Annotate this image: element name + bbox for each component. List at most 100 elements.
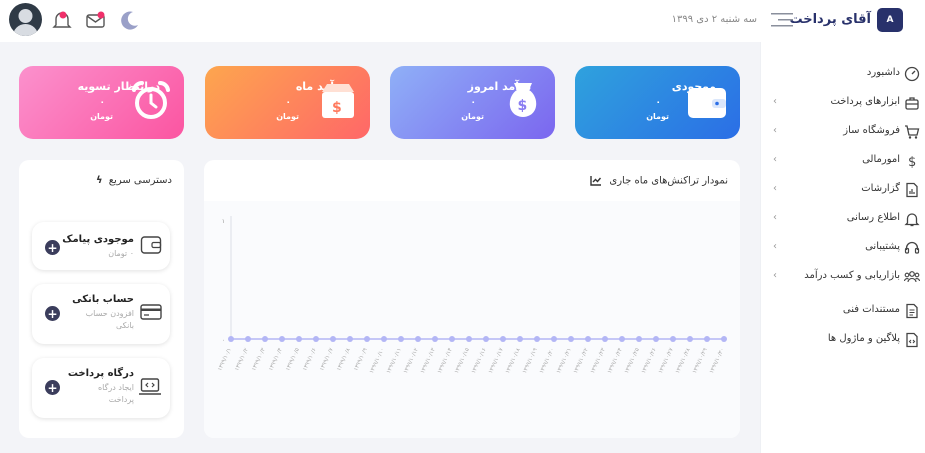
sidebar-item-store-builder[interactable]: فروشگاه ساز ‹ (761, 117, 925, 146)
data-point (704, 336, 710, 342)
x-tick-label: ۱۳۹۹/۱۰/۱۶ (471, 347, 488, 374)
quick-access-subtitle: ۰ تومان (108, 249, 134, 258)
stat-card-today-income[interactable]: درآمد امروز ۰ تومان $ (390, 66, 555, 139)
data-point (534, 336, 540, 342)
data-point (313, 336, 319, 342)
logo-mark: A (886, 15, 894, 25)
x-tick-label: ۱۳۹۹/۱۰/۲۴ (607, 347, 624, 374)
stat-unit: تومان (646, 112, 669, 121)
chevron-left-icon: ‹ (773, 212, 777, 223)
sidebar-item-label: بازاریابی و کسب درآمد (804, 270, 900, 281)
data-point (670, 336, 676, 342)
sidebar: داشبورد ابزارهای پرداخت ‹ فروشگاه ساز ‹ … (760, 42, 925, 453)
sidebar-item-finance[interactable]: $ امورمالی ‹ (761, 146, 925, 175)
x-tick-label: ۱۳۹۹/۱۰/۳۰ (709, 347, 726, 374)
data-point (653, 336, 659, 342)
sidebar-item-reports[interactable]: گزارشات ‹ (761, 175, 925, 204)
stat-value: ۰ (285, 98, 292, 108)
sidebar-item-plugins[interactable]: پلاگین و ماژول ها (761, 325, 925, 354)
hamburger-icon (771, 13, 793, 27)
x-tick-label: ۱۳۹۹/۱۰/۱۲ (403, 347, 420, 374)
data-point (228, 336, 234, 342)
data-point (585, 336, 591, 342)
x-tick-label: ۱۳۹۹/۱۰/۴ (268, 347, 284, 372)
data-point (687, 336, 693, 342)
sidebar-item-label: مستندات فنی (842, 304, 900, 315)
line-chart-icon (590, 176, 602, 186)
add-bank-account-button[interactable]: + (45, 306, 60, 321)
add-sms-credit-button[interactable]: + (45, 240, 60, 255)
sidebar-item-support[interactable]: پشتیبانی ‹ (761, 233, 925, 262)
mail-icon (86, 11, 105, 28)
report-icon (906, 182, 918, 198)
chevron-left-icon: ‹ (773, 125, 777, 136)
x-tick-label: ۱۳۹۹/۱۰/۱۷ (488, 347, 505, 374)
top-bar: A آقای پرداخت سه شنبه ۲ دی ۱۳۹۹ (0, 0, 925, 42)
sidebar-item-notifications[interactable]: اطلاع رسانی ‹ (761, 204, 925, 233)
box-dollar-icon: $ (322, 84, 354, 118)
notifications-button[interactable] (50, 8, 74, 32)
add-payment-gateway-button[interactable]: + (45, 380, 60, 395)
stat-unit: تومان (276, 112, 299, 121)
stat-unit: تومان (90, 112, 113, 121)
x-tick-label: ۱۳۹۹/۱۰/۲ (234, 347, 250, 372)
moon-icon (121, 11, 138, 30)
y-tick-label: ۰ (222, 337, 225, 344)
data-point (500, 336, 506, 342)
quick-access-bank-account[interactable]: حساب بانکی افزودن حساب بانکی + (32, 284, 170, 344)
menu-toggle-button[interactable] (771, 12, 793, 28)
data-point (483, 336, 489, 342)
theme-toggle-button[interactable] (118, 8, 142, 32)
quick-access-title: حساب بانکی (72, 294, 134, 305)
support-icon (904, 241, 920, 254)
cart-icon (905, 125, 920, 139)
logo-text[interactable]: آقای پرداخت (789, 12, 871, 27)
x-tick-label: ۱۳۹۹/۱۰/۲۲ (573, 347, 590, 374)
bell-icon (904, 213, 920, 227)
x-tick-label: ۱۳۹۹/۱۰/۱۸ (505, 347, 522, 374)
stat-card-balance[interactable]: موجودی ۰ تومان (575, 66, 740, 139)
sidebar-item-payment-tools[interactable]: ابزارهای پرداخت ‹ (761, 88, 925, 117)
sidebar-item-label: گزارشات (861, 183, 900, 194)
x-tick-label: ۱۳۹۹/۱۰/۲۵ (624, 347, 641, 374)
data-point (466, 336, 472, 342)
data-point (296, 336, 302, 342)
x-tick-label: ۱۳۹۹/۱۰/۱۴ (437, 347, 454, 374)
sidebar-item-dashboard[interactable]: داشبورد (761, 59, 925, 88)
chevron-left-icon: ‹ (773, 270, 777, 281)
quick-access-sms-balance[interactable]: موجودی پیامک ۰ تومان + (32, 222, 170, 270)
data-point (262, 336, 268, 342)
logo[interactable]: A (877, 8, 903, 32)
chevron-left-icon: ‹ (773, 241, 777, 252)
chart-title-wrap: نمودار تراکنش‌های ماه جاری (590, 175, 728, 187)
sidebar-item-docs[interactable]: مستندات فنی (761, 296, 925, 325)
x-tick-label: ۱۳۹۹/۱۰/۳ (251, 347, 267, 372)
data-point (347, 336, 353, 342)
quick-access-title: درگاه پرداخت (67, 368, 134, 379)
stat-card-month-income[interactable]: درآمد ماه ۰ تومان $ (205, 66, 370, 139)
dollar-icon: $ (908, 155, 916, 169)
x-tick-label: ۱۳۹۹/۱۰/۱۹ (522, 347, 539, 374)
x-tick-label: ۱۳۹۹/۱۰/۱۱ (386, 347, 403, 374)
stat-card-pending-settlement[interactable]: درانتظار تسویه ۰ تومان (19, 66, 184, 139)
data-point (551, 336, 557, 342)
transactions-chart-panel: نمودار تراکنش‌های ماه جاری ۱ ۰ ۱۳۹۹/۱۰/۱ ۱۳… (204, 160, 740, 438)
sidebar-item-marketing[interactable]: بازاریابی و کسب درآمد ‹ (761, 262, 925, 291)
stat-value: ۰ (655, 98, 662, 108)
data-point (381, 336, 387, 342)
x-tick-label: ۱۳۹۹/۱۰/۲۳ (590, 347, 607, 374)
x-tick-label: ۱۳۹۹/۱۰/۶ (302, 347, 318, 372)
x-tick-label: ۱۳۹۹/۱۰/۱۵ (454, 347, 471, 374)
x-tick-label: ۱۳۹۹/۱۰/۲۶ (641, 347, 658, 374)
svg-text:$: $ (332, 100, 342, 116)
data-point (636, 336, 642, 342)
user-avatar[interactable] (9, 3, 42, 36)
chevron-left-icon: ‹ (773, 183, 777, 194)
x-tick-label: ۱۳۹۹/۱۰/۲۱ (556, 347, 573, 374)
chart-title: نمودار تراکنش‌های ماه جاری (609, 175, 728, 187)
x-tick-label: ۱۳۹۹/۱۰/۷ (319, 347, 335, 372)
messages-button[interactable] (84, 8, 108, 32)
chevron-left-icon: ‹ (773, 154, 777, 165)
quick-access-payment-gateway[interactable]: درگاه پرداخت ایجاد درگاه پرداخت + (32, 358, 170, 418)
sidebar-item-label: فروشگاه ساز (843, 125, 900, 136)
